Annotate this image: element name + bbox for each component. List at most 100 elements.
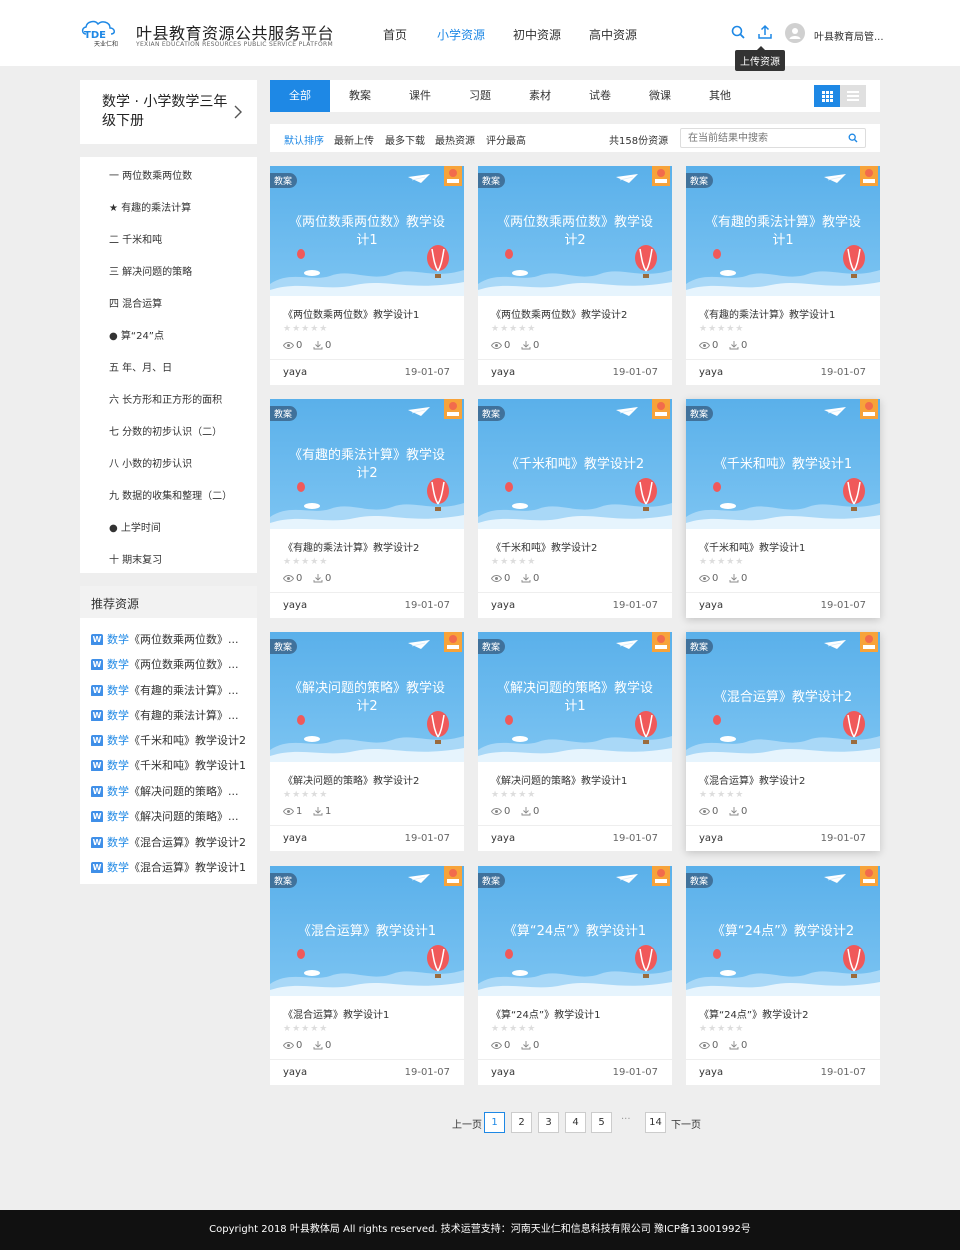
download-count: 0 <box>729 573 747 584</box>
sort-top-rated[interactable]: 评分最高 <box>486 132 526 147</box>
resource-title[interactable]: 《算“24点”》教学设计2 <box>699 1006 874 1021</box>
recommended-item[interactable]: W 数学《千米和吨》教学设计1 <box>91 757 251 771</box>
cover-title: 《算“24点”》教学设计2 <box>711 924 855 939</box>
view-count: 0 <box>282 340 302 351</box>
tab-courseware[interactable]: 课件 <box>390 80 450 112</box>
search-icon[interactable] <box>848 133 858 143</box>
sort-default[interactable]: 默认排序 <box>284 132 324 147</box>
recommended-item[interactable]: W 数学《有趣的乘法计算》... <box>91 707 251 721</box>
tab-exercise[interactable]: 习题 <box>450 80 510 112</box>
tab-lesson-plan[interactable]: 教案 <box>330 80 390 112</box>
word-doc-icon: W <box>91 710 103 721</box>
eye-icon <box>490 342 503 349</box>
resource-title[interactable]: 《解决问题的策略》教学设计2 <box>283 772 458 787</box>
recommended-item[interactable]: W 数学《混合运算》教学设计1 <box>91 859 251 873</box>
cover-title: 《混合运算》教学设计2 <box>713 690 853 705</box>
download-icon <box>313 807 323 816</box>
chapter-item[interactable]: 五 年、月、日 <box>109 359 172 374</box>
chapter-item[interactable]: 二 千米和吨 <box>109 231 162 246</box>
site-logo[interactable]: TDE 天业仁和 <box>80 18 126 48</box>
prev-page-button[interactable]: 上一页 <box>452 1116 482 1131</box>
search-icon[interactable] <box>730 24 746 40</box>
resource-title[interactable]: 《两位数乘两位数》教学设计1 <box>283 306 458 321</box>
tab-exam[interactable]: 试卷 <box>570 80 630 112</box>
recommended-item[interactable]: W 数学《解决问题的策略》... <box>91 783 251 797</box>
recommended-item[interactable]: W 数学《有趣的乘法计算》... <box>91 682 251 696</box>
page-button[interactable]: 1 <box>484 1112 505 1133</box>
resource-card[interactable]: 教案 《混合运算》教学设计1 《混合运算》教学设计1 ★★★★★ 0 0 yaya 19-01… <box>270 866 464 1085</box>
page-button[interactable]: 5 <box>591 1112 612 1133</box>
resource-title[interactable]: 《有趣的乘法计算》教学设计1 <box>699 306 874 321</box>
resource-title[interactable]: 《混合运算》教学设计2 <box>699 772 874 787</box>
resource-card[interactable]: 教案 《算“24点”》教学设计2 《算“24点”》教学设计2 ★★★★★ 0 0 yaya 1… <box>686 866 880 1085</box>
chapter-item[interactable]: 四 混合运算 <box>109 295 162 310</box>
resource-title[interactable]: 《两位数乘两位数》教学设计2 <box>491 306 666 321</box>
word-doc-icon: W <box>91 760 103 771</box>
recommended-item[interactable]: W 数学《两位数乘两位数》... <box>91 656 251 670</box>
chapter-item[interactable]: 七 分数的初步认识（二） <box>109 423 222 438</box>
nav-middle-resources[interactable]: 初中资源 <box>513 26 561 43</box>
chapter-item[interactable]: ● 上学时间 <box>109 519 161 534</box>
resource-card[interactable]: 教案 《解决问题的策略》教学设 计2 《解决问题的策略》教学设计2 ★★★★★ 1 1 yay… <box>270 632 464 851</box>
upload-icon[interactable] <box>757 24 773 40</box>
chapter-item[interactable]: 九 数据的收集和整理（二） <box>109 487 232 502</box>
resource-card[interactable]: 教案 《有趣的乘法计算》教学设 计2 《有趣的乘法计算》教学设计2 ★★★★★ 0 0 yay… <box>270 399 464 618</box>
grid-view-button[interactable] <box>814 85 840 107</box>
upload-date: 19-01-07 <box>612 833 658 844</box>
page-button[interactable]: 14 <box>645 1112 666 1133</box>
page-button[interactable]: 4 <box>565 1112 586 1133</box>
resource-title[interactable]: 《算“24点”》教学设计1 <box>491 1006 666 1021</box>
resource-title[interactable]: 《混合运算》教学设计1 <box>283 1006 458 1021</box>
cover-title: 《解决问题的策略》教学设 计2 <box>288 681 445 714</box>
page-button[interactable]: 3 <box>538 1112 559 1133</box>
nav-home[interactable]: 首页 <box>383 26 407 43</box>
avatar[interactable] <box>785 23 805 43</box>
tab-all[interactable]: 全部 <box>270 80 330 112</box>
sort-most-downloads[interactable]: 最多下载 <box>385 132 425 147</box>
resource-title[interactable]: 《有趣的乘法计算》教学设计2 <box>283 539 458 554</box>
chapter-item[interactable]: 三 解决问题的策略 <box>109 263 192 278</box>
list-view-button[interactable] <box>840 85 866 107</box>
chapter-item[interactable]: 六 长方形和正方形的面积 <box>109 391 222 406</box>
resource-card[interactable]: 教案 《有趣的乘法计算》教学设 计1 《有趣的乘法计算》教学设计1 ★★★★★ 0 0 yay… <box>686 166 880 385</box>
word-doc-icon: W <box>91 837 103 848</box>
recommended-item[interactable]: W 数学《解决问题的策略》... <box>91 808 251 822</box>
resource-title[interactable]: 《解决问题的策略》教学设计1 <box>491 772 666 787</box>
resource-card[interactable]: 教案 《千米和吨》教学设计1 《千米和吨》教学设计1 ★★★★★ 0 0 yaya 19-01… <box>686 399 880 618</box>
next-page-button[interactable]: 下一页 <box>671 1116 701 1131</box>
resource-title[interactable]: 《千米和吨》教学设计2 <box>491 539 666 554</box>
view-count: 0 <box>282 573 302 584</box>
sort-hottest[interactable]: 最热资源 <box>435 132 475 147</box>
subject-selector[interactable]: 数学 · 小学数学三年级下册 <box>80 80 257 144</box>
site-subtitle: YEXIAN EDUCATION RESOURCES PUBLIC SERVIC… <box>136 41 333 48</box>
resource-card[interactable]: 教案 《算“24点”》教学设计1 《算“24点”》教学设计1 ★★★★★ 0 0 yaya 1… <box>478 866 672 1085</box>
recommended-item[interactable]: W 数学《两位数乘两位数》... <box>91 631 251 645</box>
resource-card[interactable]: 教案 《两位数乘两位数》教学设 计1 《两位数乘两位数》教学设计1 ★★★★★ 0 0 yay… <box>270 166 464 385</box>
recommended-item[interactable]: W 数学《混合运算》教学设计2 <box>91 834 251 848</box>
card-divider <box>270 592 464 593</box>
user-name[interactable]: 叶县教育局管... <box>814 28 884 43</box>
recommended-item[interactable]: W 数学《千米和吨》教学设计2 <box>91 732 251 746</box>
word-doc-icon: W <box>91 786 103 797</box>
tab-material[interactable]: 素材 <box>510 80 570 112</box>
tab-micro-lesson[interactable]: 微课 <box>630 80 690 112</box>
search-input[interactable] <box>680 128 866 148</box>
page-button[interactable]: 2 <box>511 1112 532 1133</box>
tab-other[interactable]: 其他 <box>690 80 750 112</box>
chevron-right-icon[interactable] <box>234 105 242 119</box>
chapter-item[interactable]: 八 小数的初步认识 <box>109 455 192 470</box>
nav-primary-resources[interactable]: 小学资源 <box>437 26 485 43</box>
resource-card[interactable]: 教案 《解决问题的策略》教学设 计1 《解决问题的策略》教学设计1 ★★★★★ 0 0 yay… <box>478 632 672 851</box>
chapter-item[interactable]: ● 算“24”点 <box>109 327 164 342</box>
sort-newest[interactable]: 最新上传 <box>334 132 374 147</box>
resource-card[interactable]: 教案 《两位数乘两位数》教学设 计2 《两位数乘两位数》教学设计2 ★★★★★ 0 0 yay… <box>478 166 672 385</box>
recommended-title: 推荐资源 <box>91 597 140 611</box>
chapter-item[interactable]: 一 两位数乘两位数 <box>109 167 192 182</box>
chapter-item[interactable]: ★ 有趣的乘法计算 <box>109 199 191 214</box>
upload-date: 19-01-07 <box>404 1067 450 1078</box>
resource-title[interactable]: 《千米和吨》教学设计1 <box>699 539 874 554</box>
resource-card[interactable]: 教案 《千米和吨》教学设计2 《千米和吨》教学设计2 ★★★★★ 0 0 yaya 19-01… <box>478 399 672 618</box>
nav-high-resources[interactable]: 高中资源 <box>589 26 637 43</box>
resource-card[interactable]: 教案 《混合运算》教学设计2 《混合运算》教学设计2 ★★★★★ 0 0 yaya 19-01… <box>686 632 880 851</box>
chapter-item[interactable]: 十 期末复习 <box>109 551 162 566</box>
